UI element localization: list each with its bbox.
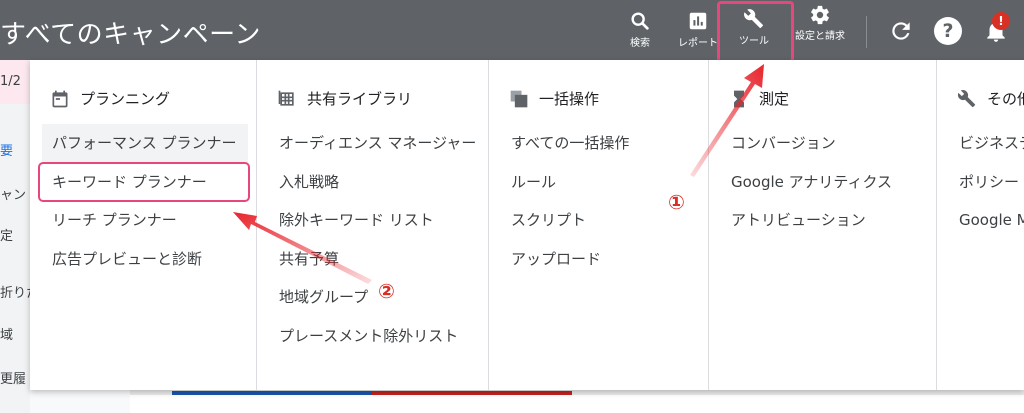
- help-button[interactable]: ?: [934, 17, 962, 45]
- menu-column-bulk-actions: 一括操作 すべての一括操作 ルール スクリプト アップロード: [488, 60, 708, 390]
- menu-column-header: 共有ライブラリ: [277, 88, 412, 109]
- step-2-marker: ②: [378, 279, 395, 303]
- menu-item-rules[interactable]: ルール: [501, 163, 629, 202]
- menu-column-other: その他 ビジネスデ ポリシー マ Google Me: [936, 60, 1024, 390]
- step-1-marker: ①: [668, 190, 685, 214]
- menu-item-negative-keyword-lists[interactable]: 除外キーワード リスト: [269, 201, 476, 240]
- keyword-planner-highlight-box: [38, 162, 250, 202]
- menu-item-shared-budgets[interactable]: 共有予算: [269, 240, 476, 279]
- menu-item-ad-preview[interactable]: 広告プレビューと診断: [42, 240, 248, 279]
- refresh-icon[interactable]: [888, 18, 914, 44]
- menu-column-planning: プランニング パフォーマンス プランナー キーワード プランナー リーチ プラン…: [30, 60, 256, 390]
- menu-item-attribution[interactable]: アトリビューション: [721, 201, 892, 240]
- menu-item-placement-exclusions[interactable]: プレースメント除外リスト: [269, 317, 476, 356]
- menu-column-title: 一括操作: [539, 90, 600, 108]
- menu-column-title: 測定: [759, 90, 790, 108]
- left-nav-pager[interactable]: 1/2: [0, 60, 30, 104]
- background-blue-strip: [172, 391, 372, 395]
- hourglass-icon: [734, 90, 744, 107]
- search-icon: [631, 12, 649, 30]
- background-red-strip: [372, 391, 572, 395]
- menu-item-uploads[interactable]: アップロード: [501, 240, 629, 279]
- wrench-icon: [957, 89, 976, 107]
- menu-column-title: プランニング: [80, 90, 171, 108]
- menu-item-reach-planner[interactable]: リーチ プランナー: [42, 201, 248, 240]
- search-button[interactable]: 検索: [610, 6, 670, 50]
- menu-column-title: その他: [987, 90, 1024, 108]
- menu-item-performance-planner[interactable]: パフォーマンス プランナー: [42, 124, 248, 163]
- settings-billing-label: 設定と請求: [795, 31, 845, 42]
- menu-item-audience-manager[interactable]: オーディエンス マネージャー: [269, 124, 476, 163]
- menu-item-all-bulk-actions[interactable]: すべての一括操作: [501, 124, 629, 163]
- top-app-bar: すべてのキャンペーン 検索 レポート ツール 設定と請求 ? !: [0, 0, 1024, 60]
- menu-column-header: 測定: [729, 88, 789, 109]
- menu-item-conversions[interactable]: コンバージョン: [721, 124, 892, 163]
- menu-item-scripts[interactable]: スクリプト: [501, 201, 629, 240]
- left-nav-item-settings[interactable]: 定: [0, 225, 13, 244]
- copy-icon: [510, 90, 528, 107]
- menu-column-header: その他: [957, 88, 1024, 109]
- bar-chart-icon: [689, 12, 707, 30]
- menu-column-header: プランニング: [50, 88, 170, 109]
- menu-column-measurement: 測定 コンバージョン Google アナリティクス アトリビューション: [708, 60, 936, 390]
- left-nav-item-locations[interactable]: 域: [0, 324, 13, 343]
- menu-item-google-merchant[interactable]: Google Me: [949, 201, 1024, 240]
- calendar-icon: [52, 90, 68, 107]
- menu-item-policy-manager[interactable]: ポリシー マ: [949, 163, 1024, 202]
- settings-billing-button[interactable]: 設定と請求: [790, 0, 850, 44]
- search-label: 検索: [630, 38, 650, 49]
- grid-icon: [278, 90, 294, 106]
- tools-highlight-box: [717, 1, 794, 63]
- tools-menu: プランニング パフォーマンス プランナー キーワード プランナー リーチ プラン…: [30, 60, 1024, 390]
- background-content: [130, 395, 1024, 413]
- notification-badge: !: [992, 12, 1010, 30]
- menu-item-location-groups[interactable]: 地域グループ: [269, 278, 476, 317]
- menu-item-bid-strategies[interactable]: 入札戦略: [269, 163, 476, 202]
- gear-icon: [811, 5, 829, 25]
- menu-item-business-data[interactable]: ビジネスデ: [949, 124, 1024, 163]
- left-nav-item-history[interactable]: 更履: [0, 368, 26, 387]
- page-title: すべてのキャンペーン: [0, 20, 261, 50]
- menu-column-shared-library: 共有ライブラリ オーディエンス マネージャー 入札戦略 除外キーワード リスト …: [256, 60, 488, 390]
- menu-column-title: 共有ライブラリ: [307, 90, 413, 108]
- left-nav-item-campaigns[interactable]: ャン: [0, 184, 26, 203]
- toolbar-divider: [866, 16, 867, 48]
- menu-column-header: 一括操作: [509, 88, 599, 109]
- left-nav-item-overview[interactable]: 要: [0, 140, 13, 159]
- menu-item-google-analytics[interactable]: Google アナリティクス: [721, 163, 892, 202]
